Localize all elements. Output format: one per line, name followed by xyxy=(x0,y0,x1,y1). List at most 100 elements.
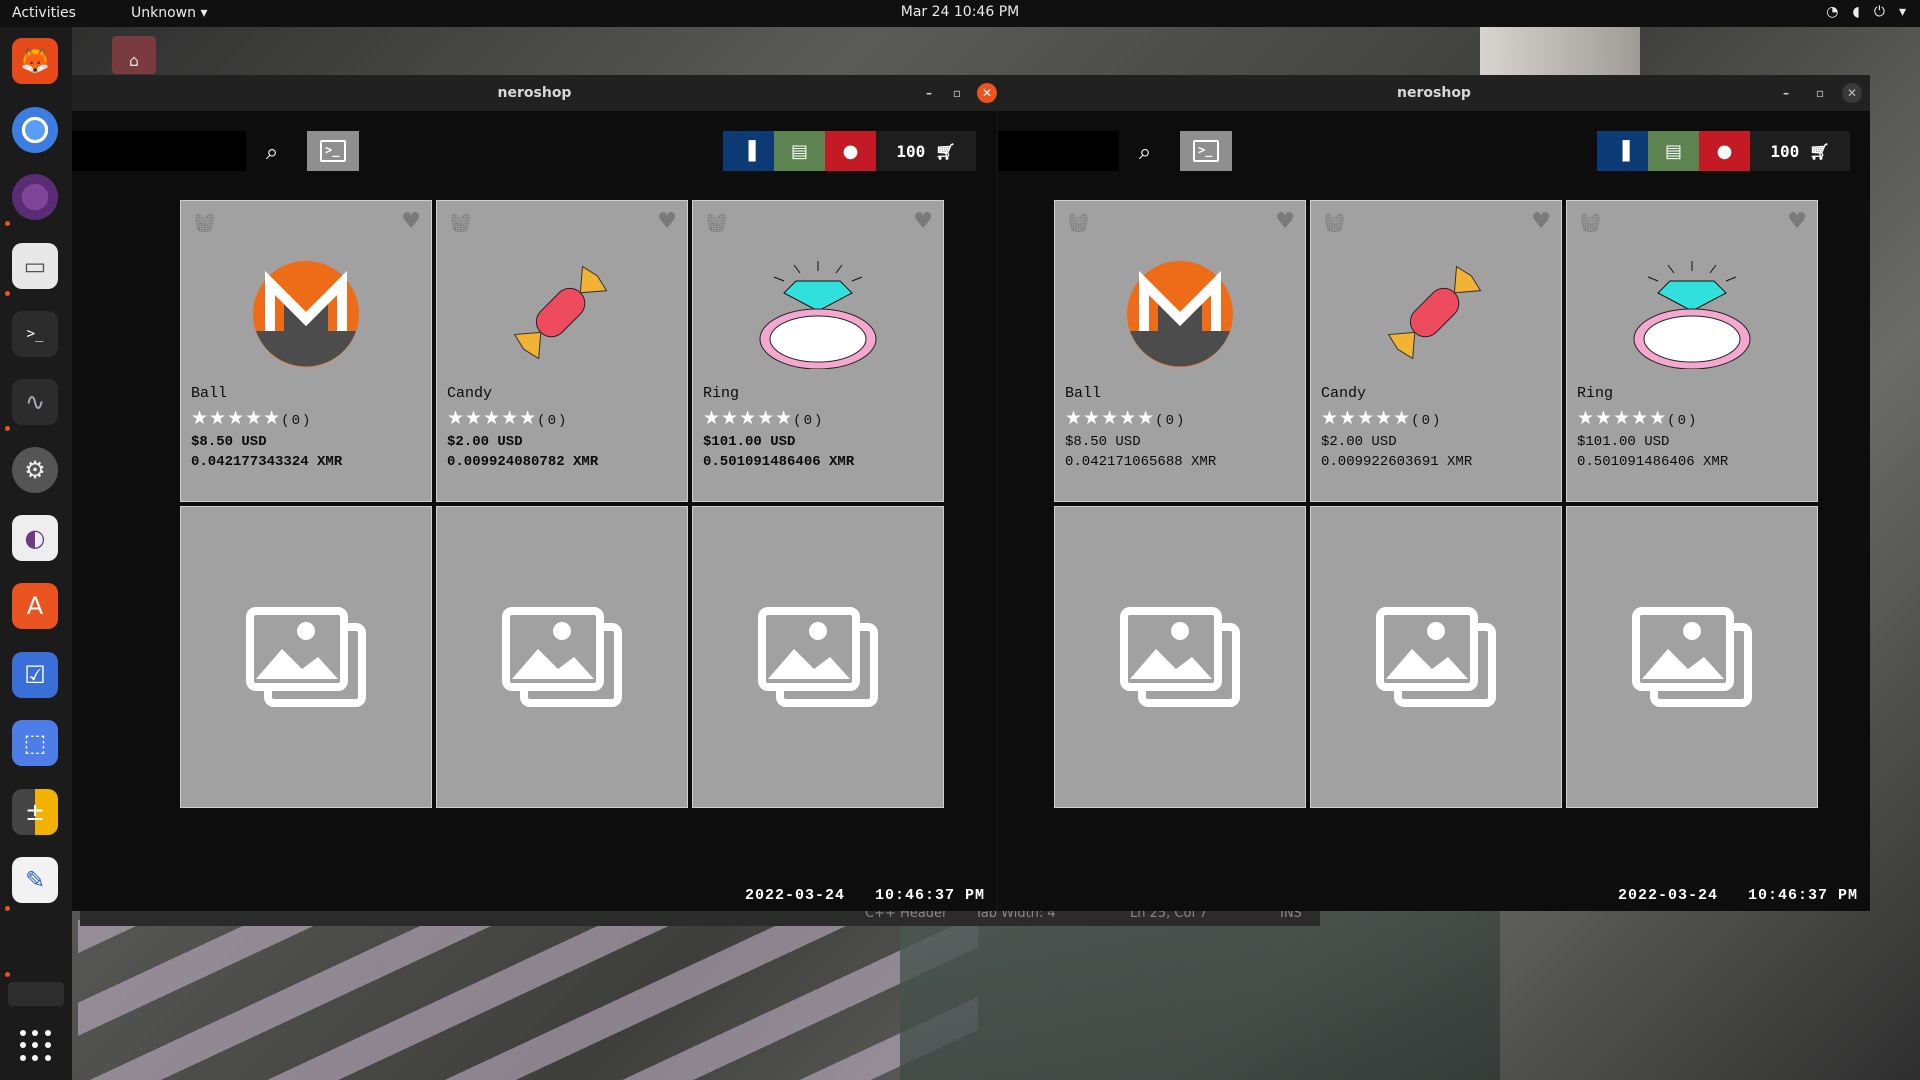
monero-logo-image xyxy=(253,261,359,367)
maximize-button[interactable]: ▫ xyxy=(947,83,967,103)
wallpaper-window xyxy=(1480,26,1640,76)
home-folder-icon[interactable]: ⌂ xyxy=(112,36,156,74)
product-grid: 🧺︎ ♥ Ball ★★★★★(0) $8.50 USD 0.042171065… xyxy=(1054,200,1818,808)
heart-icon[interactable]: ♥ xyxy=(1531,209,1551,234)
image-placeholder-icon xyxy=(502,607,622,707)
product-name: Ring xyxy=(1577,385,1614,402)
close-button[interactable]: ✕ xyxy=(977,83,997,103)
logout-button[interactable]: ▐ xyxy=(1597,131,1648,171)
account-button[interactable]: ● xyxy=(1699,131,1750,171)
empty-product-card[interactable] xyxy=(1310,506,1562,808)
account-button[interactable]: ● xyxy=(825,131,876,171)
logout-button[interactable]: ▐ xyxy=(723,131,774,171)
settings-icon[interactable]: ⚙ xyxy=(12,447,58,493)
screenshot-icon[interactable]: ⬚ xyxy=(12,720,58,766)
basket-icon[interactable]: 🧺︎ xyxy=(193,213,216,234)
product-card[interactable]: 🧺︎ ♥ Ball ★★★★★(0) $8.50 USD 0.042171065… xyxy=(1054,200,1306,502)
stars: ★★★★★ xyxy=(1577,407,1668,429)
close-button[interactable]: ✕ xyxy=(1842,83,1862,103)
stars: ★★★★★ xyxy=(191,407,282,429)
clock[interactable]: Mar 24 10:46 PM xyxy=(0,4,1920,20)
star-rating: ★★★★★(0) xyxy=(447,407,568,429)
neroshop-window-2: neroshop – ▫ ✕ ⌕ >_ ▐ ▤ ● 100 🛒︎ 🧺︎ ♥ Ba… xyxy=(997,75,1870,911)
empty-product-card[interactable] xyxy=(692,506,944,808)
product-name: Ring xyxy=(703,385,740,402)
heart-icon[interactable]: ♥ xyxy=(401,209,421,234)
heart-icon[interactable]: ♥ xyxy=(1787,209,1807,234)
status-datetime: 2022-03-24 10:46:37 PM xyxy=(744,887,985,904)
empty-product-card[interactable] xyxy=(436,506,688,808)
cart-button[interactable]: 100 🛒︎ xyxy=(876,131,976,171)
basket-icon[interactable]: 🧺︎ xyxy=(1579,213,1602,234)
basket-icon[interactable]: 🧺︎ xyxy=(1067,213,1090,234)
product-card[interactable]: 🧺︎ ♥ Candy ★★★★★(0) $2.00 USD 0.00992260… xyxy=(1310,200,1562,502)
terminal-icon: >_ xyxy=(320,140,346,162)
software-icon[interactable]: A xyxy=(12,583,58,629)
terminal-icon[interactable]: >_ xyxy=(12,311,58,357)
dock-separator xyxy=(8,982,64,1006)
basket-icon[interactable]: 🧺︎ xyxy=(1323,213,1346,234)
price-xmr: 0.009924080782 XMR xyxy=(447,454,599,470)
cart-button[interactable]: 100 🛒︎ xyxy=(1750,131,1850,171)
cart-icon: 🛒︎ xyxy=(935,141,956,161)
console-button[interactable]: >_ xyxy=(1180,131,1232,171)
cart-count: 100 xyxy=(896,141,926,161)
titlebar[interactable]: neroshop – ▫ ✕ xyxy=(998,75,1870,111)
console-button[interactable]: >_ xyxy=(307,131,359,171)
minimize-button[interactable]: – xyxy=(919,83,939,103)
price-usd: $101.00 USD xyxy=(703,434,796,450)
ring-image xyxy=(1633,261,1751,369)
product-name: Ball xyxy=(1065,385,1102,402)
empty-product-card[interactable] xyxy=(180,506,432,808)
review-count: (0) xyxy=(1667,413,1699,429)
basket-icon[interactable]: 🧺︎ xyxy=(449,213,472,234)
product-card[interactable]: 🧺︎ ♥ Ball ★★★★★(0) $8.50 USD 0.042177343… xyxy=(180,200,432,502)
empty-product-card[interactable] xyxy=(1054,506,1306,808)
ring-image xyxy=(759,261,877,369)
price-usd: $101.00 USD xyxy=(1577,434,1670,450)
user-icon: ● xyxy=(842,140,859,162)
search-icon[interactable]: ⌕ xyxy=(1125,133,1165,171)
chromium-icon[interactable] xyxy=(12,107,58,153)
product-card[interactable]: 🧺︎ ♥ Ring ★★★★★(0) $101.00 USD 0.5010914… xyxy=(1566,200,1818,502)
show-apps-icon[interactable] xyxy=(20,1030,52,1062)
tweaks-icon[interactable]: ◐ xyxy=(12,515,58,561)
monero-logo-image xyxy=(1127,261,1233,367)
orders-button[interactable]: ▤ xyxy=(774,131,825,171)
star-rating: ★★★★★(0) xyxy=(703,407,824,429)
product-name: Candy xyxy=(1321,385,1367,402)
image-placeholder-icon xyxy=(758,607,878,707)
review-count: (0) xyxy=(1411,413,1443,429)
maximize-button[interactable]: ▫ xyxy=(1810,83,1830,103)
price-usd: $8.50 USD xyxy=(191,434,267,450)
price-xmr: 0.501091486406 XMR xyxy=(703,454,855,470)
minimize-button[interactable]: – xyxy=(1776,83,1796,103)
tasks-icon[interactable]: ☑ xyxy=(12,652,58,698)
star-rating: ★★★★★(0) xyxy=(191,407,312,429)
candy-image xyxy=(1387,265,1482,360)
product-card[interactable]: 🧺︎ ♥ Ring ★★★★★(0) $101.00 USD 0.5010914… xyxy=(692,200,944,502)
heart-icon[interactable]: ♥ xyxy=(657,209,677,234)
search-input[interactable] xyxy=(72,131,246,171)
product-card[interactable]: 🧺︎ ♥ Candy ★★★★★(0) $2.00 USD 0.00992408… xyxy=(436,200,688,502)
search-icon[interactable]: ⌕ xyxy=(252,133,292,171)
search-input[interactable] xyxy=(998,131,1119,171)
empty-product-card[interactable] xyxy=(1566,506,1818,808)
basket-icon[interactable]: 🧺︎ xyxy=(705,213,728,234)
firefox-icon[interactable]: 🦊 xyxy=(12,38,58,84)
heart-icon[interactable]: ♥ xyxy=(913,209,933,234)
stars: ★★★★★ xyxy=(1321,407,1412,429)
files-icon[interactable]: ▭ xyxy=(12,243,58,289)
tor-browser-icon[interactable] xyxy=(12,174,58,220)
price-usd: $2.00 USD xyxy=(1321,434,1397,450)
calculator-icon[interactable]: ± xyxy=(12,789,58,835)
titlebar[interactable]: neroshop – ▫ ✕ xyxy=(72,75,997,111)
review-count: (0) xyxy=(281,413,313,429)
door-icon: ▐ xyxy=(1615,140,1630,162)
system-monitor-icon[interactable]: ∿ xyxy=(12,379,58,425)
list-icon: ▤ xyxy=(790,140,808,162)
heart-icon[interactable]: ♥ xyxy=(1275,209,1295,234)
system-tray[interactable]: ◔ ◖ ⏻ ▾ xyxy=(1826,4,1906,20)
text-editor-icon[interactable]: ✎ xyxy=(12,857,58,903)
orders-button[interactable]: ▤ xyxy=(1648,131,1699,171)
